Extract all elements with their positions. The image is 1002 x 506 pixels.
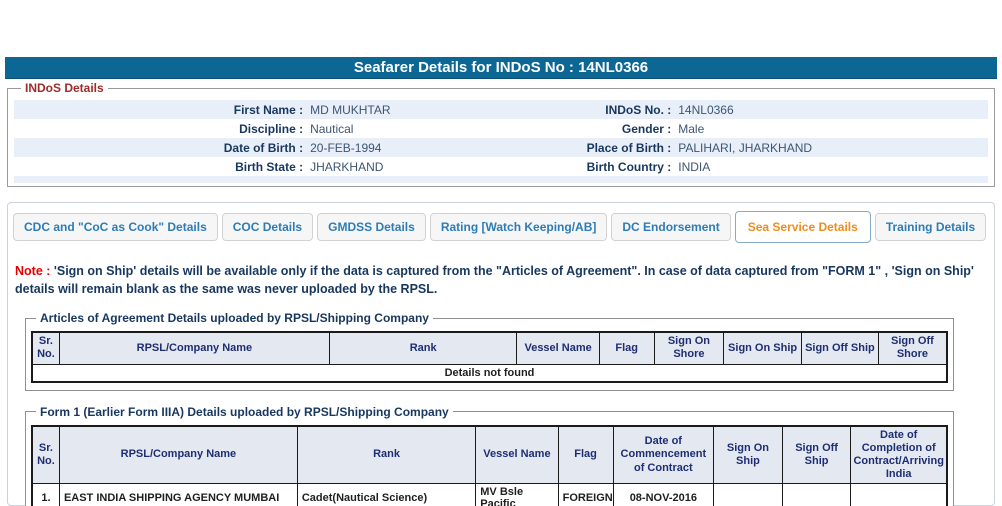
first-name-value: MD MUKHTAR <box>310 102 391 117</box>
tab-sea-service-details[interactable]: Sea Service Details <box>734 211 871 243</box>
cell-date-completion <box>850 483 948 506</box>
birth-country-label: Birth Country : <box>586 159 672 174</box>
tab-content-panel: CDC and "CoC as Cook" Details COC Detail… <box>7 202 995 506</box>
col-date-commencement: Date of Commencement of Contract <box>612 425 715 485</box>
indos-row-3: Date of Birth : 20-FEB-1994 Place of Bir… <box>14 138 988 157</box>
tab-dc-endorsement[interactable]: DC Endorsement <box>611 213 731 241</box>
col-rank: Rank <box>328 331 518 365</box>
tab-bar: CDC and "CoC as Cook" Details COC Detail… <box>13 211 994 243</box>
tab-gmdss-details[interactable]: GMDSS Details <box>317 213 426 241</box>
indos-bottom-strip <box>14 176 988 183</box>
cell-sr-no: 1. <box>31 483 60 506</box>
indos-no-label: INDoS No. : <box>605 102 672 117</box>
discipline-value: Nautical <box>310 121 354 136</box>
cell-date-commencement: 08-NOV-2016 <box>612 483 715 506</box>
col-sign-on-ship: Sign On Ship <box>723 331 802 365</box>
col-sr-no: Sr. No. <box>31 425 60 485</box>
form1-header-row: Sr. No. RPSL/Company Name Rank Vessel Na… <box>31 425 948 485</box>
col-sign-on-shore: Sign On Shore <box>653 331 725 365</box>
col-vessel-name: Vessel Name <box>516 331 600 365</box>
tab-training-details[interactable]: Training Details <box>874 213 987 241</box>
col-rpsl-company: RPSL/Company Name <box>58 331 330 365</box>
articles-table: Sr. No. RPSL/Company Name Rank Vessel Na… <box>31 331 948 383</box>
form1-data-row: 1. EAST INDIA SHIPPING AGENCY MUMBAI Cad… <box>31 483 948 506</box>
indos-row-1: First Name : MD MUKHTAR INDoS No. : 14NL… <box>14 100 988 119</box>
indos-row-4: Birth State : JHARKHAND Birth Country : … <box>14 157 988 176</box>
articles-of-agreement-section: Articles of Agreement Details uploaded b… <box>25 311 954 391</box>
first-name-label: First Name : <box>233 102 304 117</box>
col-date-completion: Date of Completion of Contract/Arriving … <box>850 425 948 485</box>
cell-sign-on-ship <box>713 483 783 506</box>
form1-legend: Form 1 (Earlier Form IIIA) Details uploa… <box>40 404 449 419</box>
col-vessel-name: Vessel Name <box>475 425 559 485</box>
page-title: Seafarer Details for INDoS No : 14NL0366 <box>5 57 997 79</box>
note-text: 'Sign on Ship' details will be available… <box>15 264 974 297</box>
place-of-birth-value: PALIHARI, JHARKHAND <box>678 140 813 155</box>
col-flag: Flag <box>598 331 655 365</box>
articles-legend: Articles of Agreement Details uploaded b… <box>40 311 429 326</box>
details-not-found-message: Details not found <box>31 363 948 383</box>
indos-details-section: INDoS Details First Name : MD MUKHTAR IN… <box>7 81 995 187</box>
gender-label: Gender : <box>621 121 672 136</box>
col-sign-off-ship: Sign Off Ship <box>800 331 879 365</box>
col-sr-no: Sr. No. <box>31 331 60 365</box>
cell-rank: Cadet(Nautical Science) <box>296 483 477 506</box>
articles-empty-row: Details not found <box>31 363 948 383</box>
note: Note : 'Sign on Ship' details will be av… <box>15 262 984 298</box>
col-rank: Rank <box>296 425 477 485</box>
articles-header-row: Sr. No. RPSL/Company Name Rank Vessel Na… <box>31 331 948 365</box>
birth-state-value: JHARKHAND <box>310 159 384 174</box>
cell-sign-off-ship <box>781 483 852 506</box>
birth-country-value: INDIA <box>678 159 711 174</box>
col-sign-off-ship: Sign Off Ship <box>781 425 852 485</box>
col-rpsl-company: RPSL/Company Name <box>58 425 298 485</box>
birth-state-label: Birth State : <box>235 159 304 174</box>
cell-rpsl-company: EAST INDIA SHIPPING AGENCY MUMBAI <box>58 483 298 506</box>
date-of-birth-label: Date of Birth : <box>223 140 304 155</box>
cell-vessel-name: MV Bsle Pacific <box>475 483 559 506</box>
indos-no-value: 14NL0366 <box>678 102 734 117</box>
tab-rating-watch-keeping-ab[interactable]: Rating [Watch Keeping/AB] <box>429 213 608 241</box>
tab-cdc-coc-as-cook-details[interactable]: CDC and "CoC as Cook" Details <box>13 213 218 241</box>
cell-flag: FOREIGN <box>557 483 614 506</box>
date-of-birth-value: 20-FEB-1994 <box>310 140 382 155</box>
discipline-label: Discipline : <box>239 121 304 136</box>
gender-value: Male <box>678 121 705 136</box>
note-prefix: Note : <box>15 264 54 278</box>
col-sign-on-ship: Sign On Ship <box>713 425 783 485</box>
form1-table: Sr. No. RPSL/Company Name Rank Vessel Na… <box>31 424 948 506</box>
col-sign-off-shore: Sign Off Shore <box>877 331 948 365</box>
place-of-birth-label: Place of Birth : <box>586 140 672 155</box>
indos-details-legend: INDoS Details <box>25 81 104 95</box>
form1-section: Form 1 (Earlier Form IIIA) Details uploa… <box>25 404 954 506</box>
tab-coc-details[interactable]: COC Details <box>221 213 314 241</box>
indos-row-2: Discipline : Nautical Gender : Male <box>14 119 988 138</box>
col-flag: Flag <box>557 425 614 485</box>
